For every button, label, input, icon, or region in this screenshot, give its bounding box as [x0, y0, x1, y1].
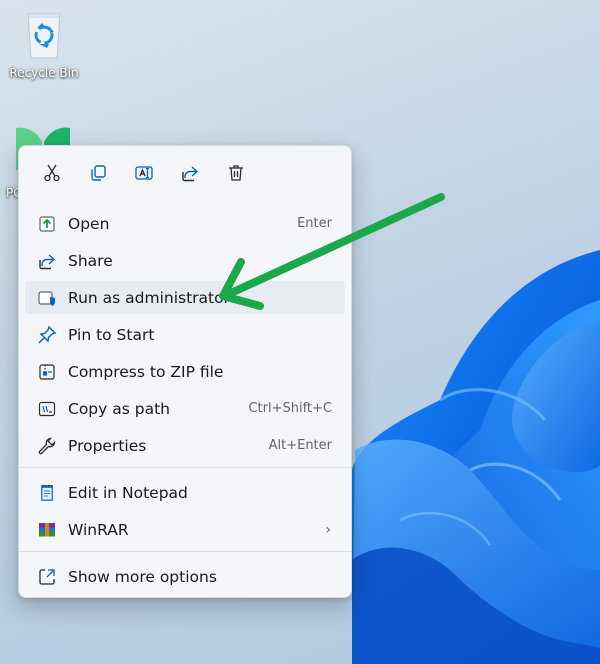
menu-item-label: WinRAR	[68, 520, 129, 539]
pin-icon	[36, 324, 58, 346]
menu-item-shortcut: Enter	[297, 216, 332, 231]
recycle-bin-label: Recycle Bin	[9, 66, 79, 80]
menu-item-label: Share	[68, 251, 113, 270]
menu-item-copy-as-path[interactable]: Copy as path Ctrl+Shift+C	[25, 392, 345, 425]
menu-item-label: Edit in Notepad	[68, 483, 188, 502]
copy-button[interactable]	[75, 158, 121, 188]
menu-item-open[interactable]: Open Enter	[25, 207, 345, 240]
show-more-icon	[36, 566, 58, 588]
menu-item-label: Pin to Start	[68, 325, 155, 344]
menu-item-compress-zip[interactable]: Compress to ZIP file	[25, 355, 345, 388]
shield-icon	[36, 287, 58, 309]
cut-icon	[44, 164, 60, 182]
menu-item-winrar[interactable]: WinRAR ›	[25, 513, 345, 546]
rename-button[interactable]	[121, 158, 167, 188]
copy-icon	[91, 165, 106, 181]
menu-item-shortcut: Alt+Enter	[268, 438, 332, 453]
context-menu-toolbar	[29, 158, 259, 188]
delete-icon	[229, 165, 243, 181]
menu-item-properties[interactable]: Properties Alt+Enter	[25, 429, 345, 462]
chevron-right-icon: ›	[325, 521, 331, 538]
open-icon	[36, 213, 58, 235]
cut-button[interactable]	[29, 158, 75, 188]
delete-button[interactable]	[213, 158, 259, 188]
menu-item-edit-in-notepad[interactable]: Edit in Notepad	[25, 476, 345, 509]
notepad-icon	[36, 482, 58, 504]
menu-item-label: Copy as path	[68, 399, 170, 418]
menu-item-run-as-administrator[interactable]: Run as administrator	[25, 281, 345, 314]
recycle-bin-icon	[22, 4, 66, 60]
menu-item-label: Open	[68, 214, 110, 233]
context-menu: Open Enter Share Run as administrator Pi…	[18, 145, 352, 598]
menu-item-label: Show more options	[68, 567, 217, 586]
menu-separator	[19, 467, 351, 468]
wrench-icon	[36, 435, 58, 457]
zip-icon	[36, 361, 58, 383]
share-button[interactable]	[167, 158, 213, 188]
recycle-bin-shortcut[interactable]: Recycle Bin	[4, 4, 84, 80]
menu-item-label: Compress to ZIP file	[68, 362, 224, 381]
menu-item-pin-to-start[interactable]: Pin to Start	[25, 318, 345, 351]
menu-item-show-more-options[interactable]: Show more options	[25, 560, 345, 593]
share-icon	[182, 166, 199, 182]
menu-item-label: Properties	[68, 436, 147, 455]
rename-icon	[135, 166, 153, 180]
menu-item-label: Run as administrator	[68, 288, 230, 307]
menu-item-share[interactable]: Share	[25, 244, 345, 277]
menu-separator	[19, 551, 351, 552]
copy-path-icon	[36, 398, 58, 420]
share-icon	[36, 250, 58, 272]
menu-item-shortcut: Ctrl+Shift+C	[248, 401, 332, 416]
winrar-icon	[36, 519, 58, 541]
